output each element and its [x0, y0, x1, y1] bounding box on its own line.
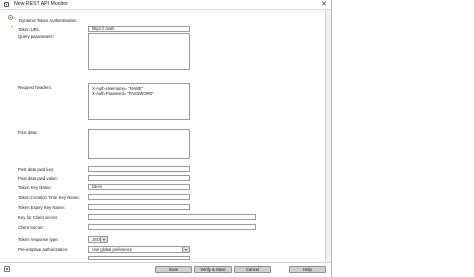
required-marker: *	[11, 26, 14, 32]
verify-save-button[interactable]: Verify & Save	[194, 266, 232, 273]
cancel-button[interactable]: Cancel	[234, 266, 271, 273]
request-headers-label: Request headers:	[18, 85, 52, 90]
dynamic-token-auth-label: Dynamic Token Authentication	[19, 18, 77, 23]
preemptive-auth-value: Use global preference	[92, 247, 133, 252]
chevron-down-icon[interactable]	[182, 247, 189, 252]
post-data-pwd-key-label: Post data pwd key:	[18, 167, 55, 172]
token-response-type-select[interactable]: JSON	[88, 236, 108, 243]
radio-selected-icon[interactable]	[8, 15, 13, 20]
post-data-pwd-key-field[interactable]	[88, 166, 190, 172]
token-key-name-value: token	[92, 184, 103, 189]
token-expiry-key-label: Token Expiry Key Name:	[18, 205, 66, 210]
monitor-app-icon	[4, 2, 9, 7]
key-client-secret-label: Key for Client secret:	[18, 215, 58, 220]
token-key-name-field[interactable]: token	[88, 184, 190, 190]
save-button[interactable]: Save	[155, 266, 192, 273]
query-parameters-input[interactable]	[88, 33, 190, 70]
status-icon	[4, 266, 10, 272]
client-secret-label: Client Secret:	[18, 225, 44, 230]
token-url-value: https:// /auth	[92, 26, 115, 31]
title-bar: New REST API Monitor ✕	[0, 0, 331, 10]
key-client-secret-field[interactable]	[88, 214, 256, 220]
window-title: New REST API Monitor	[14, 1, 68, 7]
token-creation-time-key-field[interactable]	[88, 194, 190, 200]
vertical-scrollbar[interactable]	[325, 10, 331, 264]
token-response-type-label: Token response type:	[18, 237, 59, 242]
client-secret-field[interactable]	[88, 224, 256, 230]
token-creation-time-key-label: Token Creation Time Key Name:	[18, 195, 80, 200]
post-data-input[interactable]	[88, 129, 190, 159]
dialog-footer: Save Verify & Save Cancel Help	[0, 262, 331, 277]
query-parameters-label: Query parameters:	[18, 34, 54, 39]
post-data-pwd-value-label: Post data pwd value:	[18, 176, 58, 181]
request-header-line: X-Auth-Password= "PASSWORD"	[92, 91, 154, 96]
token-url-field[interactable]: https:// /auth	[88, 26, 190, 32]
help-button[interactable]: Help	[289, 266, 326, 273]
token-key-name-label: Token Key Name:	[18, 185, 52, 190]
chevron-down-icon[interactable]	[100, 237, 107, 242]
request-headers-input[interactable]: X-Auth-Username= "NAME" X-Auth-Password=…	[88, 83, 190, 120]
token-expiry-key-field[interactable]	[88, 204, 190, 210]
token-url-label: Token URL:	[18, 27, 41, 32]
preemptive-auth-label: Pre-emptive authorization:	[18, 247, 69, 252]
rest-api-monitor-window: New REST API Monitor ✕ Dynamic Token Aut…	[0, 0, 332, 277]
close-icon[interactable]: ✕	[321, 0, 327, 9]
preemptive-auth-select[interactable]: Use global preference	[88, 246, 190, 253]
next-field-partial[interactable]	[88, 256, 190, 260]
post-data-pwd-value-field[interactable]	[88, 175, 190, 181]
post-data-label: Post data:	[18, 130, 38, 135]
